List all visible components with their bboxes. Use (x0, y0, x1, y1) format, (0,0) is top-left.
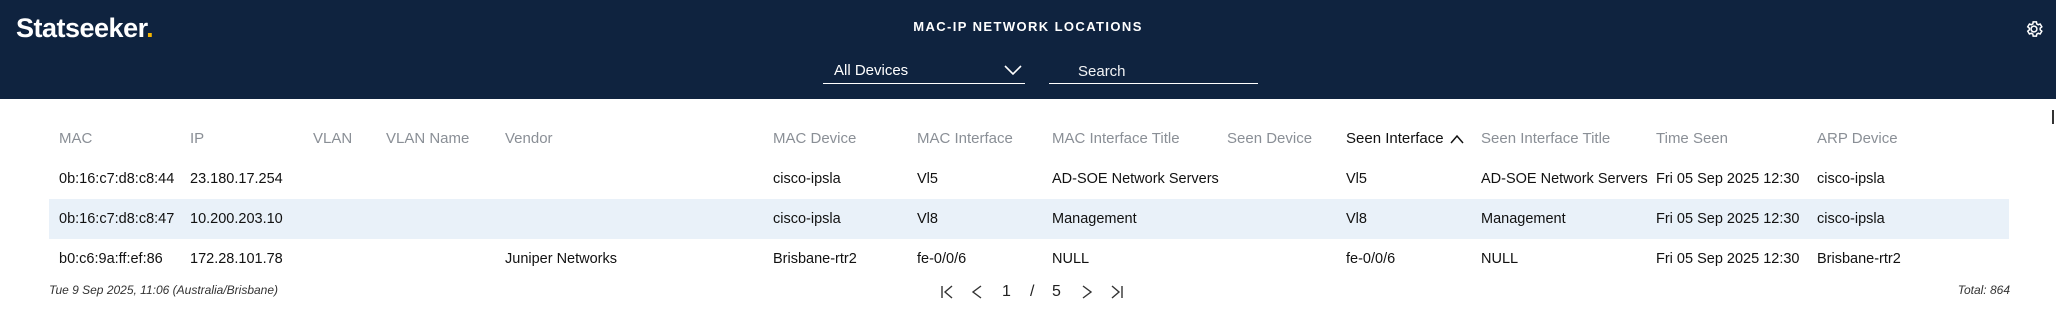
column-header-mac-interface-title[interactable]: MAC Interface Title (1052, 119, 1180, 159)
cell-ip: 23.180.17.254 (190, 171, 283, 187)
cell-seen-interface: Vl5 (1346, 171, 1367, 187)
chevron-left-icon (971, 285, 982, 299)
table-row[interactable]: 0b:16:c7:d8:c8:47 10.200.203.10 cisco-ip… (49, 199, 2009, 239)
current-page[interactable]: 1 (1002, 281, 1011, 303)
column-header-mac-device[interactable]: MAC Device (773, 119, 856, 159)
cell-time-seen: Fri 05 Sep 2025 12:30 (1656, 211, 1800, 227)
column-header-seen-interface[interactable]: Seen Interface (1346, 119, 1464, 159)
column-header-vendor[interactable]: Vendor (505, 119, 553, 159)
cell-seen-interface-title: AD-SOE Network Servers (1481, 171, 1648, 187)
column-header-mac[interactable]: MAC (59, 119, 92, 159)
page-separator: / (1030, 283, 1035, 300)
device-select-value: All Devices (834, 62, 909, 79)
cell-time-seen: Fri 05 Sep 2025 12:30 (1656, 171, 1800, 187)
cell-seen-interface-title: Management (1481, 211, 1566, 227)
column-header-seen-interface-title[interactable]: Seen Interface Title (1481, 119, 1610, 159)
column-header-ip[interactable]: IP (190, 119, 204, 159)
cell-mac-interface: fe-0/0/6 (917, 251, 967, 267)
total-pages: 5 (1052, 283, 1061, 300)
gear-icon[interactable] (2024, 19, 2044, 39)
column-header-vlan-name[interactable]: VLAN Name (386, 119, 469, 159)
column-header-seen-device[interactable]: Seen Device (1227, 119, 1312, 159)
chevron-right-icon (1082, 285, 1093, 299)
cell-mac-interface: Vl5 (917, 171, 938, 187)
cell-mac: 0b:16:c7:d8:c8:47 (59, 211, 175, 227)
table-header: MAC IP VLAN VLAN Name Vendor MAC Device … (49, 119, 2009, 159)
last-updated-timestamp: Tue 9 Sep 2025, 11:06 (Australia/Brisban… (49, 283, 279, 297)
previous-page-button[interactable] (970, 281, 984, 303)
table-row[interactable]: b0:c6:9a:ff:ef:86 172.28.101.78 Juniper … (49, 239, 2009, 279)
table-row[interactable]: 0b:16:c7:d8:c8:44 23.180.17.254 cisco-ip… (49, 159, 2009, 199)
page-title: MAC-IP NETWORK LOCATIONS (913, 19, 1143, 34)
search-input[interactable] (1049, 59, 1258, 83)
cell-mac-interface-title: AD-SOE Network Servers (1052, 171, 1219, 187)
cell-mac-interface: Vl8 (917, 211, 938, 227)
app-header: Statseeker. MAC-IP NETWORK LOCATIONS All… (0, 0, 2056, 99)
cell-seen-interface: fe-0/0/6 (1346, 251, 1396, 267)
mac-ip-table: MAC IP VLAN VLAN Name Vendor MAC Device … (49, 119, 2009, 279)
chevron-down-icon (1004, 65, 1022, 76)
cell-mac-device: cisco-ipsla (773, 211, 841, 227)
cell-mac: b0:c6:9a:ff:ef:86 (59, 251, 163, 267)
last-page-icon (1111, 285, 1123, 299)
cell-mac: 0b:16:c7:d8:c8:44 (59, 171, 175, 187)
cell-arp-device: cisco-ipsla (1817, 171, 1885, 187)
cell-mac-device: cisco-ipsla (773, 171, 841, 187)
cell-mac-interface-title: NULL (1052, 251, 1090, 267)
column-header-vlan[interactable]: VLAN (313, 119, 352, 159)
cell-mac-interface-title: Management (1052, 211, 1137, 227)
cell-arp-device: Brisbane-rtr2 (1817, 251, 1901, 267)
search-field[interactable] (1049, 59, 1258, 84)
first-page-icon (941, 285, 953, 299)
cell-mac-device: Brisbane-rtr2 (773, 251, 857, 267)
scrollbar[interactable] (2052, 110, 2054, 124)
total-count: Total: 864 (1957, 283, 2010, 297)
cell-seen-interface: Vl8 (1346, 211, 1367, 227)
last-page-button[interactable] (1110, 281, 1124, 303)
column-header-time-seen[interactable]: Time Seen (1656, 119, 1728, 159)
column-header-arp-device[interactable]: ARP Device (1817, 119, 1898, 159)
next-page-button[interactable] (1080, 281, 1094, 303)
cell-seen-interface-title: NULL (1481, 251, 1519, 267)
seen-interface-label: Seen Interface (1346, 130, 1444, 147)
column-header-mac-interface[interactable]: MAC Interface (917, 119, 1013, 159)
cell-arp-device: cisco-ipsla (1817, 211, 1885, 227)
first-page-button[interactable] (940, 281, 954, 303)
sort-ascending-icon (1450, 134, 1464, 144)
cell-ip: 10.200.203.10 (190, 211, 283, 227)
cell-vendor: Juniper Networks (505, 251, 618, 267)
cell-ip: 172.28.101.78 (190, 251, 283, 267)
cell-time-seen: Fri 05 Sep 2025 12:30 (1656, 251, 1800, 267)
device-select[interactable]: All Devices (823, 59, 1025, 84)
